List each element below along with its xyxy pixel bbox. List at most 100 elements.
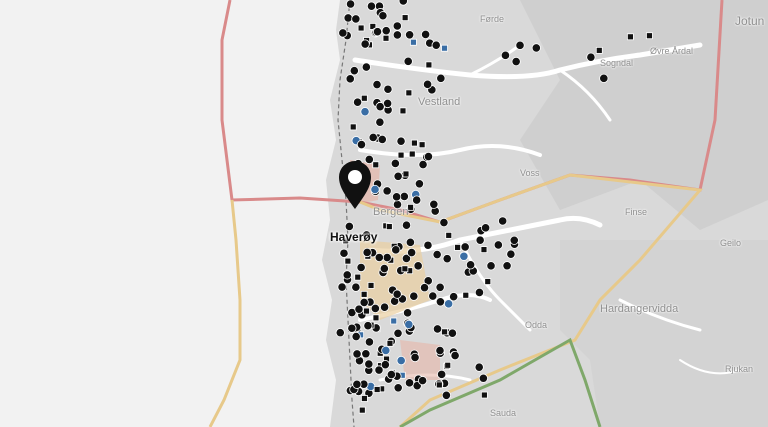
location-marker[interactable] <box>393 171 403 181</box>
location-marker[interactable] <box>339 248 349 258</box>
location-marker[interactable] <box>429 199 439 209</box>
location-marker[interactable] <box>382 252 392 263</box>
location-marker[interactable] <box>360 39 370 49</box>
square-marker[interactable] <box>480 246 488 254</box>
square-marker[interactable] <box>358 406 366 414</box>
location-marker[interactable] <box>379 302 390 312</box>
square-marker[interactable] <box>435 381 443 389</box>
square-marker[interactable] <box>360 94 368 102</box>
location-marker[interactable] <box>398 0 408 6</box>
square-marker[interactable] <box>444 361 452 369</box>
square-marker[interactable] <box>357 24 365 32</box>
square-marker[interactable] <box>402 170 410 178</box>
square-marker[interactable] <box>385 223 393 231</box>
location-marker[interactable] <box>364 359 374 369</box>
location-marker[interactable] <box>363 321 373 331</box>
location-marker[interactable] <box>364 154 374 165</box>
location-marker[interactable] <box>375 102 385 112</box>
location-marker[interactable] <box>412 195 422 205</box>
location-marker[interactable] <box>439 217 449 228</box>
location-marker[interactable] <box>393 383 403 393</box>
location-marker[interactable] <box>405 30 415 40</box>
location-marker[interactable] <box>347 323 357 333</box>
location-marker[interactable] <box>349 66 359 76</box>
location-marker[interactable] <box>409 291 419 301</box>
square-marker[interactable] <box>441 44 448 52</box>
location-marker[interactable] <box>403 56 413 66</box>
location-marker[interactable] <box>493 240 503 250</box>
square-marker[interactable] <box>410 38 417 46</box>
square-marker[interactable] <box>441 328 448 336</box>
location-marker[interactable] <box>370 303 380 314</box>
location-marker[interactable] <box>392 289 402 299</box>
location-marker[interactable] <box>405 237 415 247</box>
location-marker[interactable] <box>465 260 476 270</box>
location-marker[interactable] <box>335 328 345 338</box>
location-marker[interactable] <box>437 369 447 379</box>
location-marker[interactable] <box>432 249 442 260</box>
location-marker[interactable] <box>362 247 372 258</box>
location-marker[interactable] <box>509 235 519 245</box>
square-marker[interactable] <box>367 282 375 289</box>
location-marker[interactable] <box>475 235 485 245</box>
location-marker[interactable] <box>422 79 433 89</box>
square-marker[interactable] <box>386 339 394 347</box>
location-marker[interactable] <box>450 350 460 361</box>
location-marker[interactable] <box>356 262 366 273</box>
square-marker[interactable] <box>445 231 453 239</box>
location-marker[interactable] <box>419 283 430 293</box>
location-marker[interactable] <box>435 282 445 292</box>
location-marker[interactable] <box>478 373 488 383</box>
square-marker[interactable] <box>372 161 380 169</box>
location-marker[interactable] <box>435 297 446 307</box>
location-marker[interactable] <box>428 291 438 301</box>
square-marker[interactable] <box>399 107 407 115</box>
location-marker[interactable] <box>481 223 491 233</box>
square-marker[interactable] <box>462 291 470 299</box>
location-marker[interactable] <box>447 328 458 338</box>
selected-marker-label[interactable]: Haverøy <box>330 230 377 244</box>
location-marker[interactable] <box>486 261 496 271</box>
location-marker[interactable] <box>372 27 383 37</box>
location-marker[interactable] <box>431 40 441 50</box>
location-marker[interactable] <box>449 292 459 302</box>
square-marker[interactable] <box>390 317 398 325</box>
location-marker[interactable] <box>423 240 433 250</box>
location-marker[interactable] <box>392 30 402 40</box>
square-marker[interactable] <box>418 141 426 149</box>
location-marker[interactable] <box>404 378 415 388</box>
location-marker[interactable] <box>366 1 377 11</box>
location-marker[interactable] <box>380 360 390 370</box>
square-marker[interactable] <box>405 89 413 97</box>
location-marker[interactable] <box>374 252 384 263</box>
location-marker[interactable] <box>382 186 392 196</box>
square-marker[interactable] <box>425 61 433 69</box>
location-marker[interactable] <box>345 0 356 9</box>
location-marker[interactable] <box>364 337 375 347</box>
location-marker[interactable] <box>338 28 348 38</box>
location-marker[interactable] <box>459 251 469 261</box>
location-marker[interactable] <box>423 151 434 162</box>
location-marker[interactable] <box>444 299 454 309</box>
location-marker[interactable] <box>460 242 470 252</box>
location-marker[interactable] <box>474 362 484 372</box>
square-marker[interactable] <box>363 307 370 315</box>
location-marker[interactable] <box>393 328 403 338</box>
location-marker[interactable] <box>599 73 609 83</box>
location-marker[interactable] <box>345 74 355 84</box>
location-marker[interactable] <box>498 216 508 226</box>
location-marker[interactable] <box>361 62 371 72</box>
location-marker[interactable] <box>377 134 387 144</box>
square-marker[interactable] <box>382 34 390 42</box>
location-marker[interactable] <box>360 107 370 117</box>
location-marker[interactable] <box>414 179 425 189</box>
location-marker[interactable] <box>368 132 378 143</box>
square-marker[interactable] <box>344 257 352 265</box>
location-marker[interactable] <box>404 319 414 329</box>
location-marker[interactable] <box>474 287 485 298</box>
map-canvas[interactable]: Haverøy Førde Vestland Sogndal Øvre Årda… <box>0 0 768 427</box>
square-marker[interactable] <box>407 203 414 211</box>
location-marker[interactable] <box>392 21 402 31</box>
location-marker[interactable] <box>391 245 401 255</box>
location-marker[interactable] <box>435 345 445 356</box>
